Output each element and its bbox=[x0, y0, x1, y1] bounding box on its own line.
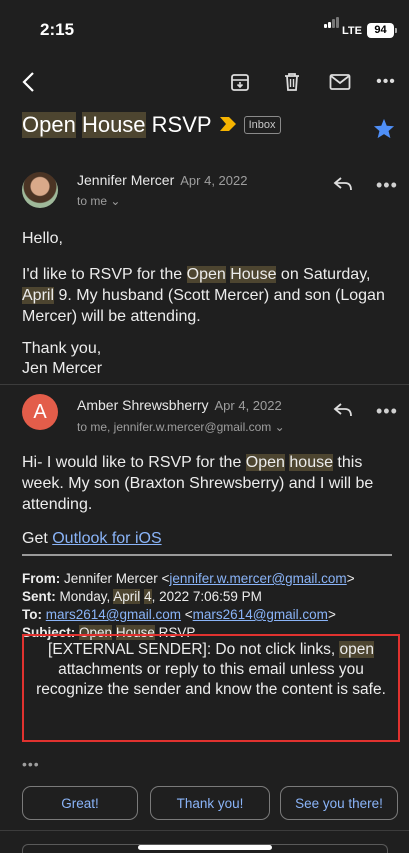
sender-avatar-amber[interactable]: A bbox=[22, 394, 58, 430]
message1-recipients[interactable]: to me ⌄ bbox=[77, 194, 120, 208]
smart-reply-thank-you[interactable]: Thank you! bbox=[150, 786, 270, 820]
message1-sender[interactable]: Jennifer Mercer Apr 4, 2022 bbox=[77, 172, 247, 188]
from-line: From: Jennifer Mercer <jennifer.w.mercer… bbox=[22, 571, 355, 586]
subject-word-rsvp: RSVP bbox=[151, 112, 212, 137]
recipients-text: to me, jennifer.w.mercer@gmail.com bbox=[77, 420, 272, 434]
status-time: 2:15 bbox=[40, 20, 75, 39]
outlook-promo: Get Outlook for iOS bbox=[22, 530, 162, 547]
message2-recipients[interactable]: to me, jennifer.w.mercer@gmail.com ⌄ bbox=[77, 420, 285, 434]
more-options-icon[interactable]: ••• bbox=[372, 68, 400, 96]
recipients-text: to me bbox=[77, 194, 108, 208]
to-line: To: mars2614@gmail.com <mars2614@gmail.c… bbox=[22, 607, 336, 622]
reply-icon[interactable] bbox=[333, 176, 353, 197]
email-subject: Open House RSVP Inbox bbox=[22, 112, 281, 138]
back-arrow-icon[interactable] bbox=[14, 68, 42, 96]
show-quoted-text-button[interactable]: ••• bbox=[22, 756, 40, 772]
message1-signoff: Jen Mercer bbox=[22, 360, 103, 377]
to-email-link-2[interactable]: mars2614@gmail.com bbox=[193, 607, 328, 622]
message-date: Apr 4, 2022 bbox=[214, 398, 282, 413]
external-sender-warning: [EXTERNAL SENDER]: Do not click links, o… bbox=[22, 634, 400, 742]
chevron-down-icon: ⌄ bbox=[110, 194, 121, 208]
outlook-link[interactable]: Outlook for iOS bbox=[52, 530, 161, 547]
network-type: LTE bbox=[342, 25, 362, 37]
battery-tip bbox=[395, 28, 397, 33]
smart-reply-great[interactable]: Great! bbox=[22, 786, 138, 820]
message1-greeting: Hello, bbox=[22, 230, 63, 247]
message-more-icon[interactable]: ••• bbox=[376, 175, 398, 196]
toolbar: ••• bbox=[0, 62, 409, 102]
quoted-separator bbox=[22, 554, 392, 556]
chevron-down-icon: ⌄ bbox=[274, 420, 285, 434]
bottom-divider bbox=[0, 830, 409, 831]
sender-name: Jennifer Mercer bbox=[77, 172, 175, 188]
trash-icon[interactable] bbox=[278, 68, 306, 96]
home-indicator[interactable] bbox=[138, 845, 272, 850]
inbox-label-badge[interactable]: Inbox bbox=[243, 116, 281, 134]
smart-reply-see-you-there[interactable]: See you there! bbox=[280, 786, 398, 820]
important-marker-icon[interactable] bbox=[219, 115, 236, 136]
message1-paragraph: I'd like to RSVP for the Open House on S… bbox=[22, 266, 385, 325]
message-more-icon[interactable]: ••• bbox=[376, 401, 398, 422]
message-divider bbox=[0, 384, 409, 385]
reply-icon[interactable] bbox=[333, 402, 353, 423]
star-icon[interactable] bbox=[373, 118, 395, 144]
message2-paragraph: Hi- I would like to RSVP for the Open ho… bbox=[22, 454, 374, 513]
battery-icon: 94 bbox=[367, 23, 394, 38]
message-date: Apr 4, 2022 bbox=[180, 173, 248, 188]
subject-word-open: Open bbox=[22, 112, 76, 138]
subject-word-house: House bbox=[81, 112, 146, 138]
from-email-link[interactable]: jennifer.w.mercer@gmail.com bbox=[169, 571, 346, 586]
envelope-icon[interactable] bbox=[326, 68, 354, 96]
sent-line: Sent: Monday, April 4, 2022 7:06:59 PM bbox=[22, 589, 262, 604]
quoted-headers: From: Jennifer Mercer <jennifer.w.mercer… bbox=[22, 570, 402, 642]
message2-sender[interactable]: Amber Shrewsbherry Apr 4, 2022 bbox=[77, 397, 282, 413]
sender-avatar-jennifer[interactable] bbox=[22, 172, 58, 208]
sender-name: Amber Shrewsbherry bbox=[77, 397, 209, 413]
message1-thanks: Thank you, bbox=[22, 340, 102, 357]
archive-icon[interactable] bbox=[226, 68, 254, 96]
status-bar: 2:15 LTE 94 bbox=[0, 0, 409, 50]
to-email-link[interactable]: mars2614@gmail.com bbox=[46, 607, 181, 622]
